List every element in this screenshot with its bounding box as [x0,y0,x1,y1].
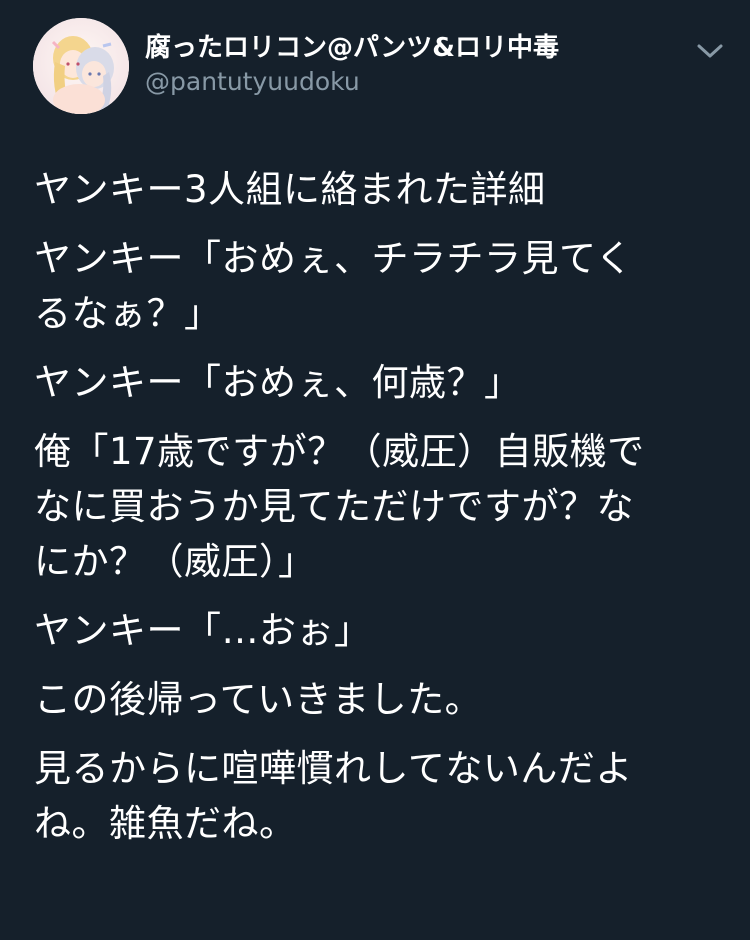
avatar[interactable] [33,18,129,114]
tweet-paragraph: ヤンキー「おめぇ、何歳？」 [34,361,522,404]
tweet-paragraph: ヤンキー「おめぇ、チラチラ見てく るなぁ？」 [34,237,633,335]
tweet-menu-button[interactable] [695,40,725,62]
tweet-text: ヤンキー3人組に絡まれた詳細 ヤンキー「おめぇ、チラチラ見てく るなぁ？」 ヤン… [34,162,724,865]
tweet-paragraph: ヤンキー「…おぉ」 [34,609,372,652]
display-name[interactable]: 腐ったロリコン@パンツ&ロリ中毒 [145,32,559,64]
tweet-card: 腐ったロリコン@パンツ&ロリ中毒 @pantutyuudoku ヤンキー3人組に… [0,0,750,940]
tweet-paragraph: 俺「17歳ですが？（威圧）自販機で なに買おうか見てただけですが？な にか？（威… [34,430,645,583]
tweet-paragraph: 見るからに喧嘩慣れしてないんだよ ね。雑魚だね。 [34,747,633,845]
tweet-header: 腐ったロリコン@パンツ&ロリ中毒 @pantutyuudoku [33,18,723,114]
account-names: 腐ったロリコン@パンツ&ロリ中毒 @pantutyuudoku [145,32,559,98]
chevron-down-icon [697,44,723,58]
account-handle[interactable]: @pantutyuudoku [145,66,559,98]
tweet-paragraph: ヤンキー3人組に絡まれた詳細 [34,168,546,211]
tweet-paragraph: この後帰っていきました。 [34,678,483,721]
avatar-illustration [33,18,129,114]
